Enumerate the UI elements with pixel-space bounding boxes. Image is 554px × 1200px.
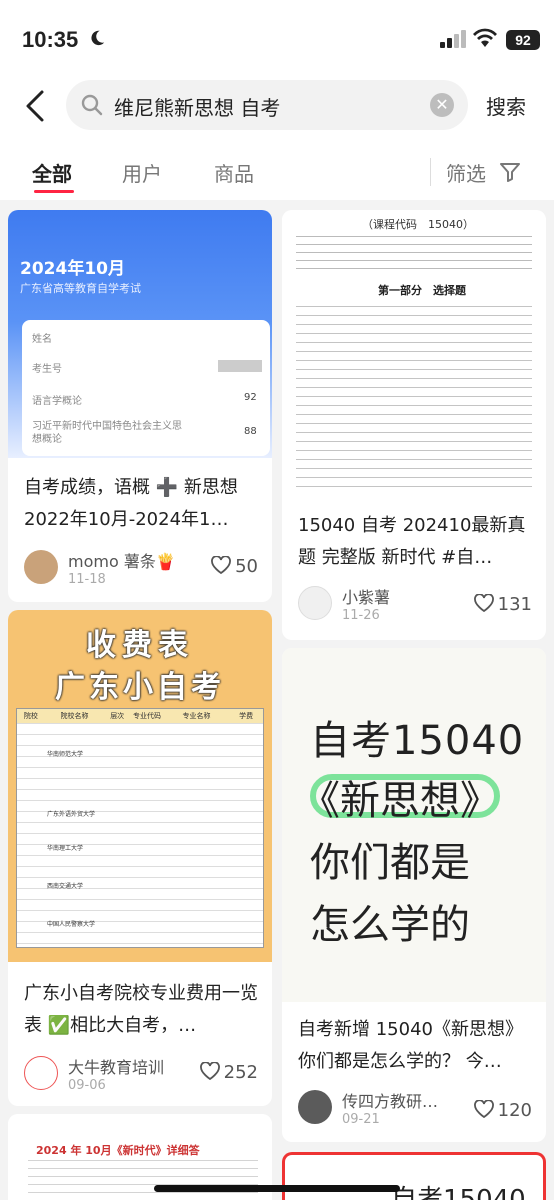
clear-icon[interactable]: ✕ [430, 93, 454, 117]
like-count[interactable]: 120 [473, 1100, 532, 1121]
author-name: 传四方教研… [342, 1092, 439, 1111]
author-name: momo 薯条🍟 [68, 552, 176, 571]
post-date: 11-26 [342, 608, 380, 623]
note-title[interactable]: 自考新增 15040《新思想》你们都是怎么学的？ 今… [298, 1014, 534, 1078]
filter-button[interactable]: 筛选 [446, 158, 486, 187]
note-title[interactable]: 15040 自考 202410最新真题 完整版 新时代 #自… [298, 510, 534, 574]
cover-heading: 收费表 [86, 628, 194, 663]
note-card[interactable]: 收费表 广东小自考 院校 院校名称 层次 专业代码 专业名称 学费 华南师范大学… [8, 610, 272, 1106]
exam-code: （课程代码 15040） [362, 218, 474, 231]
search-input[interactable]: 维尼熊新思想 自考 ✕ [66, 80, 468, 130]
clock: 10:35 [22, 27, 79, 52]
like-number: 252 [223, 1062, 258, 1083]
like-count[interactable]: 131 [473, 594, 532, 615]
cover-date: 2024年10月 [20, 259, 125, 279]
back-arrow-icon[interactable] [22, 88, 48, 124]
cover-heading: 怎么学的 [310, 902, 470, 948]
fee-table-header: 院校 院校名称 层次 专业代码 专业名称 学费 [17, 709, 263, 723]
author-name: 小紫薯 [342, 588, 391, 607]
heart-icon [211, 556, 231, 574]
exam-text [296, 236, 532, 276]
signal-icon [440, 30, 466, 48]
note-cover: （课程代码 15040） 第一部分 选择题 [282, 210, 546, 500]
fee-table: 院校 院校名称 层次 专业代码 专业名称 学费 华南师范大学 广东外语外贸大学 … [16, 708, 264, 948]
score-panel: 姓名 考生号 语言学概论 92 习近平新时代中国特色社会主义思想概论 88 [22, 320, 270, 456]
note-cover: 收费表 广东小自考 院校 院校名称 层次 专业代码 专业名称 学费 华南师范大学… [8, 610, 272, 962]
note-title[interactable]: 自考成绩，语概 ➕ 新思想 2022年10月-2024年1… [24, 472, 260, 536]
moon-icon [91, 30, 105, 46]
active-tab-indicator [34, 190, 74, 193]
funnel-icon[interactable] [498, 160, 522, 184]
cover-subtitle: 广东省高等教育自学考试 [20, 282, 141, 295]
like-number: 120 [497, 1100, 532, 1121]
blur-mask [218, 360, 262, 372]
search-icon [81, 94, 103, 116]
note-card[interactable]: （课程代码 15040） 第一部分 选择题 15040 自考 202410最新真… [282, 210, 546, 640]
note-cover: 自考15040 《新思想》 你们都是 怎么学的 [282, 648, 546, 1002]
like-count[interactable]: 252 [199, 1062, 258, 1083]
filter-tabs: 全部 用户 商品 筛选 [0, 134, 554, 200]
tab-products[interactable]: 商品 [214, 158, 254, 187]
post-date: 11-18 [68, 572, 106, 587]
score-row-label: 姓名 [32, 334, 52, 345]
tab-users[interactable]: 用户 [122, 158, 162, 187]
battery-indicator: 92 [506, 30, 540, 50]
cover-heading: 2024 年 10月《新时代》详细答 [36, 1144, 200, 1157]
wifi-icon [473, 28, 497, 47]
score-row-label: 考生号 [32, 364, 62, 375]
avatar [298, 1090, 332, 1124]
heart-icon [473, 594, 494, 612]
heart-icon [199, 1062, 220, 1080]
like-count[interactable]: 50 [211, 556, 258, 577]
cover-heading: 自考15040 [310, 718, 525, 764]
cover-heading: 自考15040 [391, 1185, 526, 1200]
score-value: 92 [244, 392, 257, 403]
score-row-label: 语言学概论 [32, 396, 82, 407]
status-bar: 10:35 92 [0, 0, 554, 76]
tab-all[interactable]: 全部 [32, 158, 72, 187]
like-number: 131 [497, 594, 532, 615]
note-title[interactable]: 广东小自考院校专业费用一览表 ✅相比大自考，… [24, 978, 260, 1042]
exam-questions [296, 306, 532, 494]
cover-text-lines [28, 1160, 258, 1200]
search-query[interactable]: 维尼熊新思想 自考 [114, 92, 280, 121]
heart-icon [473, 1100, 494, 1118]
note-card[interactable]: 自考15040 《新思想》 你们都是 怎么学的 自考新增 15040《新思想》你… [282, 648, 546, 1142]
like-number: 50 [235, 556, 258, 577]
search-header: 维尼熊新思想 自考 ✕ 搜索 [0, 76, 554, 134]
cover-heading: 你们都是 [310, 840, 470, 886]
home-indicator[interactable] [154, 1185, 400, 1192]
cover-heading: 《新思想》 [300, 778, 500, 824]
cover-heading: 广东小自考 [55, 670, 225, 705]
note-card[interactable]: 2024年10月 广东省高等教育自学考试 姓名 考生号 语言学概论 92 习近平… [8, 210, 272, 602]
score-row-label: 习近平新时代中国特色社会主义思想概论 [32, 421, 182, 445]
note-cover: 2024年10月 广东省高等教育自学考试 姓名 考生号 语言学概论 92 习近平… [8, 210, 272, 458]
post-date: 09-21 [342, 1112, 380, 1127]
avatar [298, 586, 332, 620]
post-date: 09-06 [68, 1078, 106, 1093]
score-value: 88 [244, 426, 257, 437]
avatar [24, 1056, 58, 1090]
exam-section: 第一部分 选择题 [378, 284, 466, 297]
avatar [24, 550, 58, 584]
divider [430, 158, 431, 186]
search-button[interactable]: 搜索 [486, 91, 526, 120]
author-name: 大牛教育培训 [68, 1058, 165, 1077]
note-card[interactable]: 自考15040 [282, 1152, 546, 1200]
